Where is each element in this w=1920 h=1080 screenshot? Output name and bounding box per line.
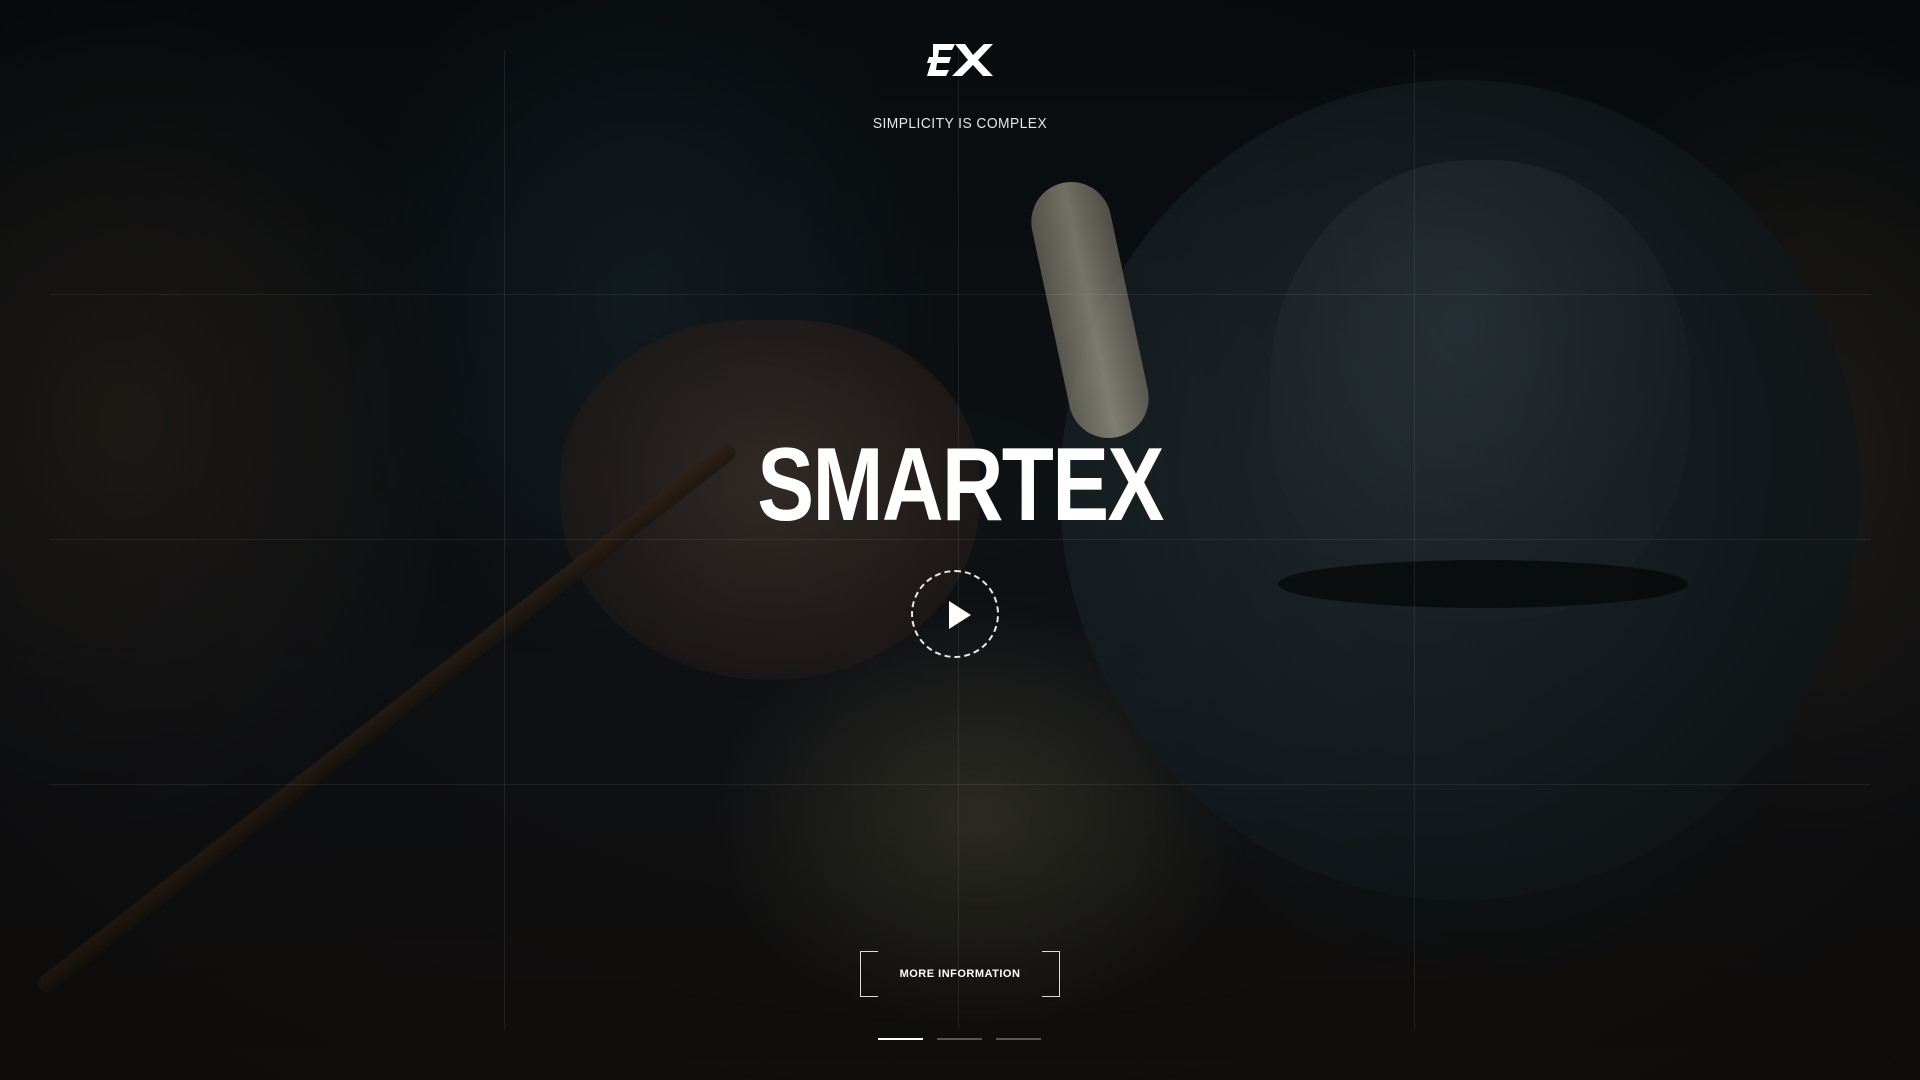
- slide-indicator-2[interactable]: [937, 1038, 982, 1040]
- grid-line-vertical: [1414, 50, 1415, 1030]
- more-information-label: MORE INFORMATION: [899, 968, 1021, 980]
- play-icon: [949, 601, 971, 629]
- cane-handle-shape: [1023, 174, 1157, 446]
- hero-section: SIMPLICITY IS COMPLEX SMARTEX MORE INFOR…: [0, 0, 1920, 1080]
- button-bracket-left: [860, 951, 878, 997]
- hero-title: SMARTEX: [757, 427, 1164, 543]
- grid-line-vertical: [504, 50, 505, 1030]
- tagline: SIMPLICITY IS COMPLEX: [872, 115, 1048, 132]
- slide-indicator-1[interactable]: [878, 1038, 923, 1040]
- button-bracket-right: [1042, 951, 1060, 997]
- more-information-button[interactable]: MORE INFORMATION: [860, 951, 1060, 997]
- slider-pagination: [878, 1038, 1041, 1040]
- hat-band-shape: [1278, 560, 1688, 608]
- play-video-button[interactable]: [911, 570, 999, 658]
- slide-indicator-3[interactable]: [996, 1038, 1041, 1040]
- hat-crown-shape: [1270, 160, 1690, 620]
- grid-line-horizontal: [50, 784, 1870, 785]
- ex-logo-icon[interactable]: [925, 38, 995, 82]
- grid-line-horizontal: [50, 294, 1870, 295]
